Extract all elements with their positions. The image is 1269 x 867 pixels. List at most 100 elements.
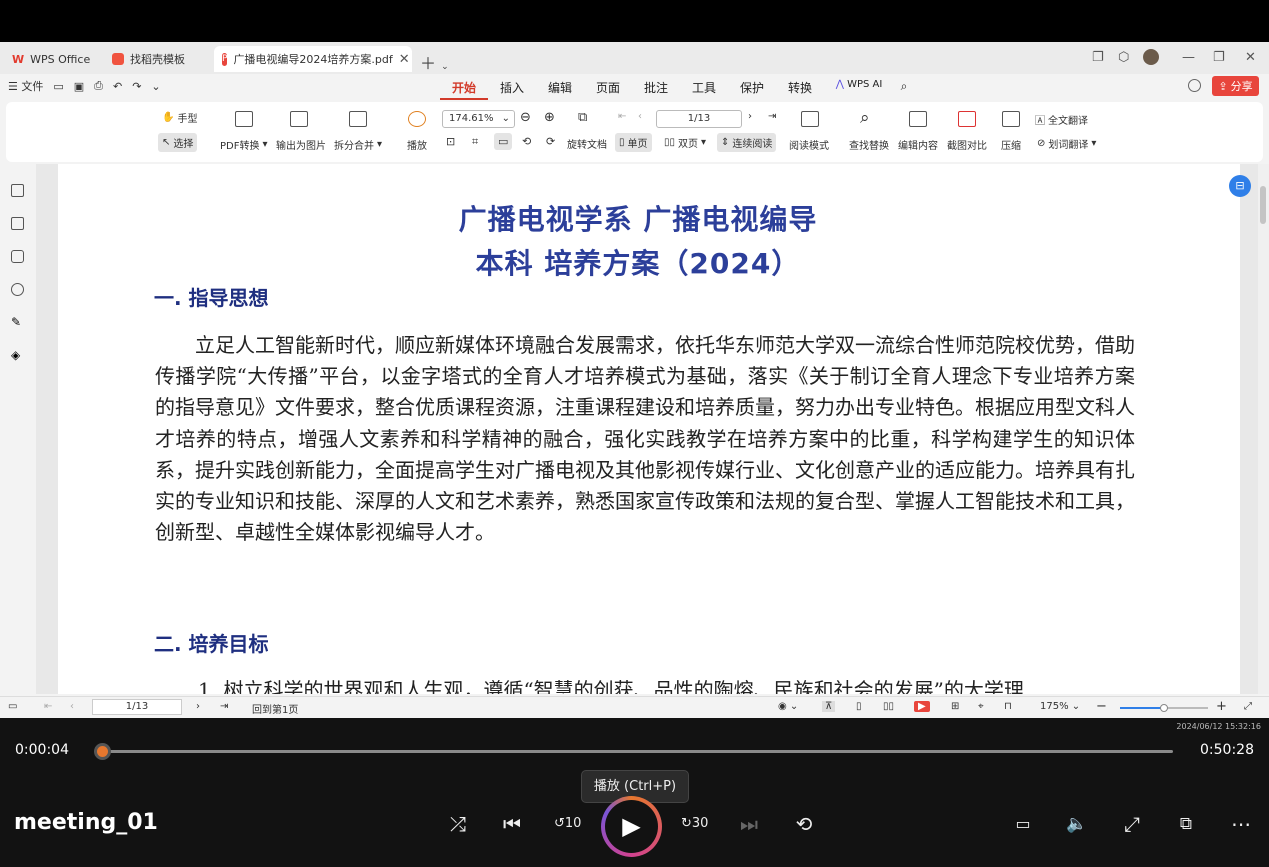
read-mode-button[interactable]: 阅读模式 — [789, 137, 829, 152]
attachment-icon[interactable] — [11, 283, 24, 296]
share-button[interactable]: ⇪ 分享 — [1212, 76, 1259, 96]
volume-icon[interactable]: 🔈 — [1064, 811, 1090, 837]
tab-convert[interactable]: 转换 — [776, 79, 824, 100]
double-status-icon[interactable]: ▯▯ — [883, 701, 894, 712]
next-page-icon[interactable]: › — [748, 111, 752, 122]
fit-width-icon[interactable]: ▭ — [494, 133, 513, 150]
window-list-icon[interactable]: ❐ — [1092, 50, 1104, 65]
document-viewport[interactable]: 广播电视学系 广播电视编导 本科 培养方案（2024） 一. 指导思想 立足人工… — [36, 164, 1258, 694]
zoom-out-icon[interactable]: ⊖ — [520, 110, 531, 125]
edit-content-button[interactable]: 编辑内容 — [898, 137, 938, 152]
play-button[interactable]: 播放 — [407, 137, 427, 152]
subtitles-icon[interactable]: ▭ — [1010, 811, 1036, 837]
screenshot-icon[interactable]: ⧉ — [578, 110, 587, 125]
zoom-in-icon[interactable]: ⊕ — [544, 110, 555, 125]
tab-insert[interactable]: 插入 — [488, 79, 536, 100]
redo-icon[interactable]: ↷ — [132, 80, 141, 93]
find-replace-button[interactable]: 查找替换 — [849, 137, 889, 152]
search-icon[interactable]: ⌕ — [894, 79, 914, 100]
seek-bar[interactable] — [94, 743, 1173, 760]
scroll-thumb[interactable] — [1260, 186, 1266, 224]
save-icon[interactable]: ▣ — [74, 80, 84, 93]
actual-size-icon[interactable]: ⊡ — [446, 135, 455, 148]
cube-icon[interactable]: ⬡ — [1118, 50, 1129, 65]
fit-page-icon[interactable]: ⌗ — [472, 135, 478, 149]
rotate-doc-button[interactable]: 旋转文档 — [567, 136, 607, 151]
back-to-first-link[interactable]: 回到第1页 — [252, 701, 298, 716]
new-tab-icon[interactable]: ＋ ⌄ — [420, 50, 449, 74]
close-tab-icon[interactable]: ✕ — [399, 52, 410, 67]
play-button[interactable]: ▶ — [601, 796, 662, 857]
status-zoom-select[interactable]: 175% ⌄ — [1040, 701, 1080, 712]
comment-icon[interactable] — [11, 250, 24, 263]
print-icon[interactable]: ⎙ — [94, 79, 103, 93]
close-window-icon[interactable]: ✕ — [1245, 50, 1256, 65]
compress-button[interactable]: 压缩 — [1001, 137, 1021, 152]
export-image-button[interactable]: 输出为图片 — [276, 137, 326, 152]
first-page-icon[interactable]: ⇤ — [618, 111, 626, 122]
status-last-page-icon[interactable]: ⇥ — [220, 701, 228, 712]
continuous-status-icon[interactable]: ⊓ — [1004, 701, 1012, 712]
last-page-icon[interactable]: ⇥ — [768, 111, 776, 122]
fullscreen-icon[interactable]: ⤢ — [1119, 811, 1145, 837]
play-status-icon[interactable]: ▶ — [914, 701, 930, 712]
sync-status-icon[interactable] — [1188, 79, 1201, 92]
tab-pdf-document[interactable]: P 广播电视编导2024培养方案.pdf ✕ — [214, 46, 412, 72]
avatar[interactable] — [1143, 49, 1159, 65]
tab-wps-ai[interactable]: ⋀ WPS AI — [824, 79, 894, 100]
rotate-right-icon[interactable]: ⟳ — [546, 135, 555, 148]
hand-tool-button[interactable]: ✋ 手型 — [162, 110, 197, 125]
more-options-icon[interactable]: ⋯ — [1228, 811, 1254, 837]
status-prev-page-icon[interactable]: ‹ — [70, 701, 74, 712]
tab-start[interactable]: 开始 — [440, 79, 488, 100]
restore-icon[interactable]: ❐ — [1213, 50, 1225, 65]
file-menu[interactable]: ☰ 文件 — [8, 78, 43, 94]
zoom-slider[interactable] — [1120, 704, 1208, 712]
rewind-10-icon[interactable]: ↺10 — [554, 811, 581, 837]
previous-icon[interactable]: ⏮ — [499, 811, 525, 837]
pen-icon[interactable]: ✎ — [11, 316, 24, 329]
seek-knob[interactable] — [94, 743, 112, 760]
select-tool-button[interactable]: ↖ 选择 — [158, 133, 198, 152]
zoom-select[interactable]: 174.61% ⌄ — [442, 110, 515, 128]
status-zoom-in-icon[interactable]: + — [1216, 699, 1227, 714]
eye-protect-icon[interactable]: ◉ ⌄ — [778, 701, 798, 712]
undo-icon[interactable]: ↶ — [113, 80, 122, 93]
bookmark-icon[interactable] — [11, 184, 24, 197]
screenshot-compare-button[interactable]: 截图对比 — [947, 137, 987, 152]
tab-annotate[interactable]: 批注 — [632, 79, 680, 100]
more-chevron-icon[interactable]: ⌄ — [151, 80, 160, 93]
forward-30-icon[interactable]: ↻30 — [681, 811, 708, 837]
tab-template[interactable]: 找稻壳模板 — [104, 46, 208, 72]
tab-page[interactable]: 页面 — [584, 79, 632, 100]
status-next-page-icon[interactable]: › — [196, 701, 200, 712]
tab-protect[interactable]: 保护 — [728, 79, 776, 100]
expand-icon[interactable]: ⤢ — [1244, 701, 1252, 712]
continuous-read-button[interactable]: ⇕ 连续阅读 — [717, 133, 777, 152]
repeat-off-icon[interactable]: ⟲ — [791, 811, 817, 837]
fit-width-status-icon[interactable]: ⊼ — [822, 701, 836, 712]
tab-tools[interactable]: 工具 — [680, 79, 728, 100]
next-icon[interactable]: ⏭ — [736, 811, 762, 837]
open-folder-icon[interactable]: ▭ — [53, 80, 63, 93]
tab-wps-office[interactable]: W WPS Office — [4, 46, 96, 72]
tab-edit[interactable]: 编辑 — [536, 79, 584, 100]
word-translate-button[interactable]: ⊘ 划词翻译 ▾ — [1037, 136, 1096, 151]
status-page-input[interactable]: 1/13 — [92, 699, 182, 715]
double-page-button[interactable]: ▯▯ 双页 ▾ — [664, 135, 706, 150]
layers-icon[interactable]: ◈ — [11, 349, 24, 362]
status-zoom-out-icon[interactable]: − — [1096, 699, 1107, 714]
sidebar-toggle-icon[interactable]: ▭ — [8, 701, 17, 712]
read-status-icon[interactable]: ⊞ — [951, 701, 959, 712]
status-first-page-icon[interactable]: ⇤ — [44, 701, 52, 712]
ai-assistant-icon[interactable]: ⊟ — [1229, 175, 1251, 197]
split-merge-button[interactable]: 拆分合并 ▾ — [334, 137, 382, 152]
rotate-left-icon[interactable]: ⟲ — [522, 135, 531, 148]
fullscreen-status-icon[interactable]: ⌖ — [978, 701, 984, 712]
page-number-input[interactable]: 1/13 — [656, 110, 742, 128]
pdf-convert-button[interactable]: PDF转换 ▾ — [220, 137, 268, 152]
full-translate-button[interactable]: 🄰 全文翻译 — [1035, 112, 1088, 127]
thumbnail-icon[interactable] — [11, 217, 24, 230]
minimize-icon[interactable]: — — [1182, 50, 1195, 65]
single-page-button[interactable]: ▯ 单页 — [615, 133, 652, 152]
